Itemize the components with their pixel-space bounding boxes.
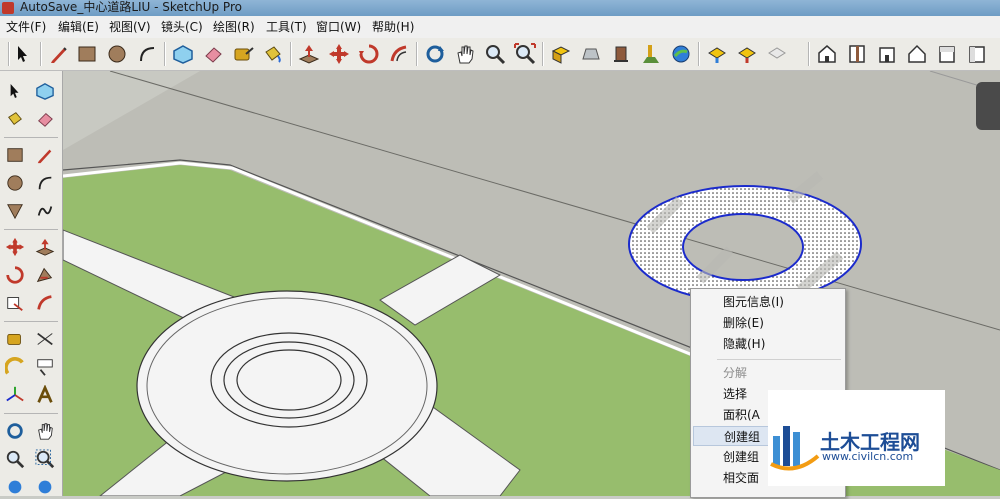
follow-me-icon[interactable] [32, 263, 58, 287]
zoom-icon[interactable] [2, 447, 28, 471]
offset-icon[interactable] [32, 291, 58, 315]
menu-help[interactable]: 帮助(H) [372, 19, 414, 35]
title-bar: AutoSave_中心道路LIU - SketchUp Pro [0, 0, 1000, 16]
menu-view[interactable]: 视图(V) [109, 19, 151, 35]
pencil-icon[interactable] [32, 143, 58, 167]
preview-google-earth-icon[interactable] [704, 41, 730, 67]
menu-draw[interactable]: 绘图(R) [213, 19, 255, 35]
back-view-icon[interactable] [934, 41, 960, 67]
arc-icon[interactable] [134, 41, 160, 67]
arc-icon[interactable] [32, 171, 58, 195]
next-view-icon[interactable] [32, 475, 58, 499]
menu-camera[interactable]: 镜头(C) [161, 19, 203, 35]
iso-view-icon[interactable] [814, 41, 840, 67]
zoom-window-icon[interactable] [32, 447, 58, 471]
offset-icon[interactable] [386, 41, 412, 67]
circle-icon[interactable] [2, 171, 28, 195]
previous-view-icon[interactable] [2, 475, 28, 499]
photo-textures-icon[interactable] [734, 41, 760, 67]
pencil-icon[interactable] [46, 41, 72, 67]
text-icon[interactable] [32, 355, 58, 379]
menu-window[interactable]: 窗口(W) [316, 19, 361, 35]
large-tool-set [0, 71, 63, 496]
rotate-icon[interactable] [356, 41, 382, 67]
orbit-icon[interactable] [422, 41, 448, 67]
right-view-icon[interactable] [904, 41, 930, 67]
rectangle-icon[interactable] [74, 41, 100, 67]
sketchup-app-icon [2, 2, 14, 14]
menu-edit[interactable]: 编辑(E) [58, 19, 99, 35]
circle-icon[interactable] [104, 41, 130, 67]
context-menu-explode: 分解 [723, 366, 748, 380]
move-icon[interactable] [326, 41, 352, 67]
zoom-extents-icon[interactable] [512, 41, 538, 67]
push-pull-icon[interactable] [296, 41, 322, 67]
pan-icon[interactable] [452, 41, 478, 67]
pan-icon[interactable] [32, 419, 58, 443]
get-models-icon[interactable] [548, 41, 574, 67]
components-icon[interactable] [608, 41, 634, 67]
tape-measure-icon[interactable] [2, 327, 28, 351]
paint-bucket-icon[interactable] [2, 107, 28, 131]
watermark: 土木工程网 www.civilcn.com [768, 390, 945, 486]
top-view-icon[interactable] [844, 41, 870, 67]
eraser-icon[interactable] [32, 107, 58, 131]
tape-measure-icon[interactable] [230, 41, 256, 67]
main-toolbar [0, 38, 1000, 71]
menu-bar: 文件(F) 编辑(E) 视图(V) 镜头(C) 绘图(R) 工具(T) 窗口(W… [0, 16, 1000, 39]
zoom-icon[interactable] [482, 41, 508, 67]
rectangle-icon[interactable] [2, 143, 28, 167]
make-component-icon[interactable] [170, 41, 196, 67]
civilcn-logo [770, 426, 820, 471]
watermark-url: www.civilcn.com [822, 450, 914, 463]
make-component-icon[interactable] [32, 79, 58, 103]
scale-icon[interactable] [2, 291, 28, 315]
window-title: AutoSave_中心道路LIU - SketchUp Pro [20, 0, 242, 14]
share-model-icon[interactable] [578, 41, 604, 67]
menu-tools[interactable]: 工具(T) [266, 19, 307, 35]
left-view-icon[interactable] [964, 41, 990, 67]
push-pull-icon[interactable] [32, 235, 58, 259]
context-menu-hide[interactable]: 隐藏(H) [693, 334, 843, 354]
panel-handle[interactable] [976, 82, 1000, 130]
share-component-icon[interactable] [764, 41, 790, 67]
paint-bucket-icon[interactable] [260, 41, 286, 67]
context-menu-erase[interactable]: 删除(E) [693, 313, 843, 333]
menu-file[interactable]: 文件(F) [6, 19, 46, 35]
protractor-icon[interactable] [2, 355, 28, 379]
select-icon[interactable] [2, 79, 28, 103]
axes-icon[interactable] [2, 383, 28, 407]
rotate-icon[interactable] [2, 263, 28, 287]
front-view-icon[interactable] [874, 41, 900, 67]
context-menu-entity-info[interactable]: 图元信息(I) [693, 292, 843, 312]
orbit-icon[interactable] [2, 419, 28, 443]
move-icon[interactable] [2, 235, 28, 259]
dimension-icon[interactable] [32, 327, 58, 351]
freehand-icon[interactable] [32, 199, 58, 223]
eraser-icon[interactable] [200, 41, 226, 67]
toggle-terrain-icon[interactable] [668, 41, 694, 67]
add-location-icon[interactable] [638, 41, 664, 67]
polygon-icon[interactable] [2, 199, 28, 223]
select-icon[interactable] [10, 41, 36, 67]
3d-text-icon[interactable] [32, 383, 58, 407]
